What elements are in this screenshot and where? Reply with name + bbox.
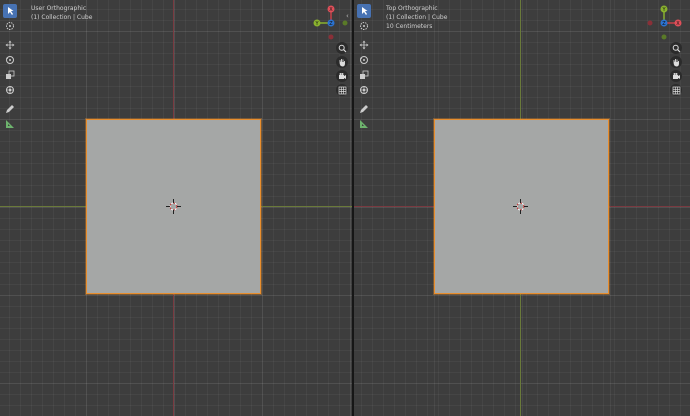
annotate-icon[interactable] [3,102,17,116]
view-name: Top Orthographic [386,5,438,12]
cursor-icon[interactable] [357,19,371,33]
transform-icon[interactable] [3,83,17,97]
collection-label: (1) Collection | Cube [386,14,448,21]
x-axis-label: X [329,7,333,13]
z-axis-label: Z [329,21,333,27]
scale-icon[interactable] [3,68,17,82]
3d-cursor-icon[interactable] [166,199,181,214]
move-icon[interactable] [3,38,17,52]
nav-controls [670,42,682,98]
select-box-icon[interactable] [3,4,17,18]
rotate-icon[interactable] [357,53,371,67]
zoom-icon[interactable] [336,42,348,54]
tool-shelf [357,4,371,132]
view-info: Top Orthographic (1) Collection | Cube 1… [386,4,447,31]
zoom-icon[interactable] [670,42,682,54]
tool-shelf [3,4,17,132]
x-axis-label: X [676,21,680,27]
select-box-icon[interactable] [357,4,371,18]
hand-pan-icon[interactable] [336,56,348,68]
navigation-gizmo[interactable]: X Y Z [311,3,351,43]
camera-icon[interactable] [670,70,682,82]
rotate-icon[interactable] [3,53,17,67]
nav-controls [336,42,348,98]
navigation-gizmo[interactable]: Y X Z [644,3,684,43]
cursor-icon[interactable] [3,19,17,33]
collection-label: (1) Collection | Cube [31,14,93,21]
scale-icon[interactable] [357,68,371,82]
grid-toggle-icon[interactable] [336,84,348,96]
view-info: User Orthographic (1) Collection | Cube [31,4,92,22]
measure-icon[interactable] [357,117,371,131]
view-name: User Orthographic [31,5,87,12]
grid-toggle-icon[interactable] [670,84,682,96]
measure-icon[interactable] [3,117,17,131]
3d-cursor-icon[interactable] [513,199,528,214]
hand-pan-icon[interactable] [670,56,682,68]
transform-icon[interactable] [357,83,371,97]
viewport-top-orthographic[interactable]: Top Orthographic (1) Collection | Cube 1… [354,0,690,416]
camera-icon[interactable] [336,70,348,82]
z-axis-label: Z [662,21,666,27]
annotate-icon[interactable] [357,102,371,116]
move-icon[interactable] [357,38,371,52]
grid-scale-label: 10 Centimeters [386,23,433,30]
viewport-user-orthographic[interactable]: User Orthographic (1) Collection | Cube … [0,0,352,416]
